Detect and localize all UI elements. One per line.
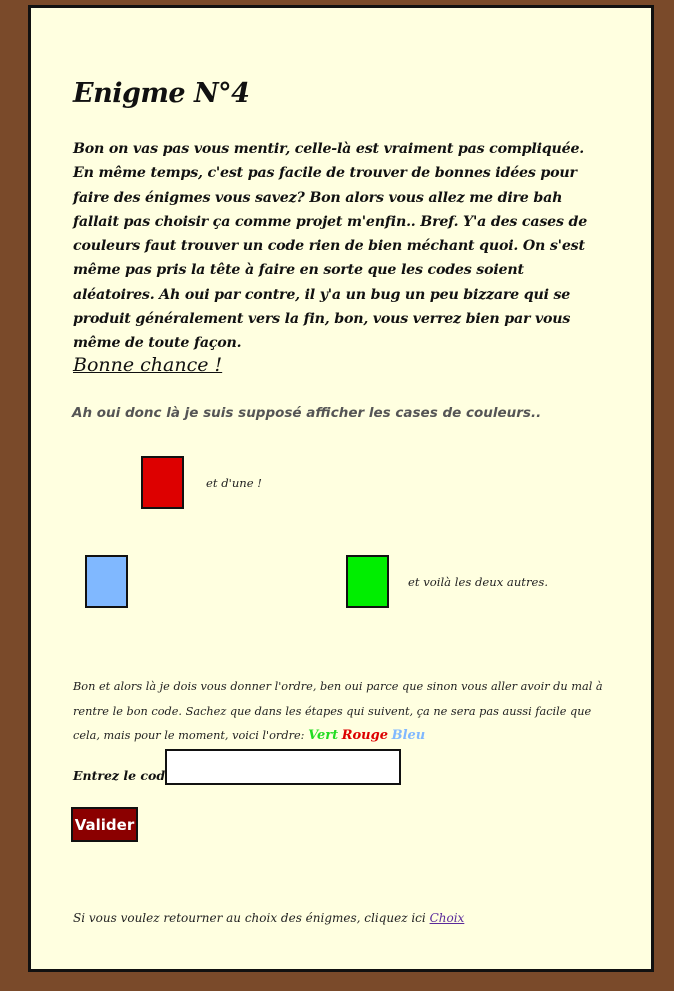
good-luck-heading: Bonne chance ! <box>73 354 223 376</box>
order-paragraph: Bon et alors là je dois vous donner l'or… <box>73 675 613 749</box>
footer-text: Si vous voulez retourner au choix des én… <box>73 911 464 925</box>
footer-message: Si vous voulez retourner au choix des én… <box>73 911 426 925</box>
order-text: Bon et alors là je dois vous donner l'or… <box>73 680 603 742</box>
red-color-box <box>141 456 184 509</box>
order-word-vert: Vert <box>308 728 339 743</box>
blue-color-box <box>85 555 128 608</box>
order-word-bleu: Bleu <box>391 728 426 743</box>
green-box-note: et voilà les deux autres. <box>408 575 549 589</box>
color-boxes-intro: Ah oui donc là je suis supposé afficher … <box>72 405 542 421</box>
choix-link[interactable]: Choix <box>430 911 465 925</box>
code-label: Entrez le code: <box>73 768 178 783</box>
red-box-note: et d'une ! <box>206 476 262 490</box>
intro-paragraph: Bon on vas pas vous mentir, celle-là est… <box>73 141 588 352</box>
validate-button[interactable]: Valider <box>71 807 138 842</box>
green-color-box <box>346 555 389 608</box>
code-input[interactable] <box>165 749 401 785</box>
page-title: Enigme N°4 <box>73 78 250 109</box>
content-card: Enigme N°4 Bon on vas pas vous mentir, c… <box>28 5 654 972</box>
order-word-rouge: Rouge <box>341 728 388 743</box>
